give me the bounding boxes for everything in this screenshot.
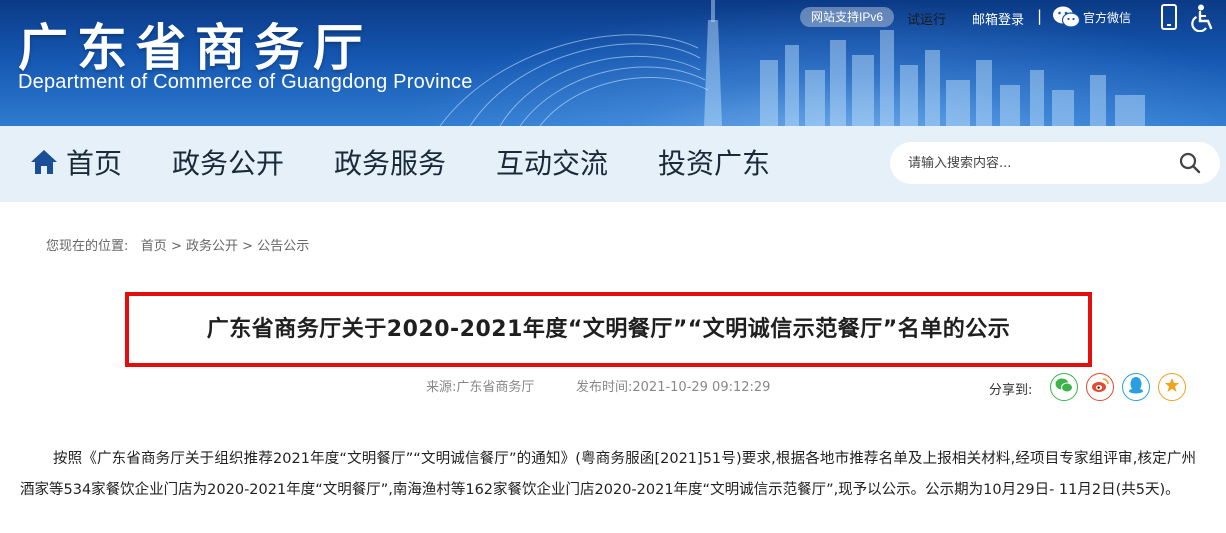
breadcrumb-separator: > [242,239,254,254]
nav-item-home[interactable]: 首页 [66,146,122,182]
qq-icon [1128,376,1144,398]
share-favorite-button[interactable] [1158,373,1186,401]
article-publish-time: 发布时间:2021-10-29 09:12:29 [576,380,771,395]
breadcrumb-separator: > [170,239,182,254]
official-wechat-link[interactable]: 官方微信 [1083,9,1131,26]
site-title[interactable]: 广东省商务厅 [18,8,372,80]
breadcrumb: 您现在的位置: 首页 > 政务公开 > 公告公示 [46,235,309,254]
wechat-icon [1055,378,1073,397]
mobile-phone-icon[interactable] [1160,4,1178,34]
share-label: 分享到: [989,383,1033,398]
wheelchair-icon[interactable] [1190,4,1216,36]
article-title-highlight-box: 广东省商务厅关于2020-2021年度“文明餐厅”“文明诚信示范餐厅”名单的公示 [125,292,1092,367]
search-box [890,142,1220,184]
article-body: 按照《广东省商务厅关于组织推荐2021年度“文明餐厅”“文明诚信餐厅”的通知》(… [20,451,1196,498]
share-wechat-button[interactable] [1050,373,1078,401]
article-source: 来源:广东省商务厅 [426,380,535,395]
ipv6-badge: 网站支持IPv6 [800,7,894,27]
nav-item-government-affairs[interactable]: 政务公开 [172,146,284,182]
mail-login-link[interactable]: 邮箱登录 [972,9,1024,28]
breadcrumb-item-home[interactable]: 首页 [141,239,167,254]
breadcrumb-item-announcements[interactable]: 公告公示 [257,239,309,254]
weibo-icon [1091,377,1109,397]
main-nav: 首页 政务公开 政务服务 互动交流 投资广东 [0,126,1226,202]
site-subtitle: Department of Commerce of Guangdong Prov… [18,71,473,93]
nav-item-invest-guangdong[interactable]: 投资广东 [658,146,770,182]
share-weibo-button[interactable] [1086,373,1114,401]
breadcrumb-prefix: 您现在的位置: [46,239,129,254]
nav-item-government-services[interactable]: 政务服务 [334,146,446,182]
trial-label: 试运行 [907,13,947,28]
search-input[interactable] [908,153,1168,173]
wechat-icon[interactable] [1052,5,1081,33]
home-icon[interactable] [30,148,58,180]
share-qq-button[interactable] [1122,373,1150,401]
breadcrumb-item-government-affairs[interactable]: 政务公开 [186,239,238,254]
header-banner: 广东省商务厅 Department of Commerce of Guangdo… [0,0,1226,126]
star-icon [1164,377,1180,397]
search-icon[interactable] [1179,152,1201,178]
header-separator: | [1037,7,1043,25]
article-title: 广东省商务厅关于2020-2021年度“文明餐厅”“文明诚信示范餐厅”名单的公示 [206,317,1011,342]
nav-item-interaction[interactable]: 互动交流 [496,146,608,182]
